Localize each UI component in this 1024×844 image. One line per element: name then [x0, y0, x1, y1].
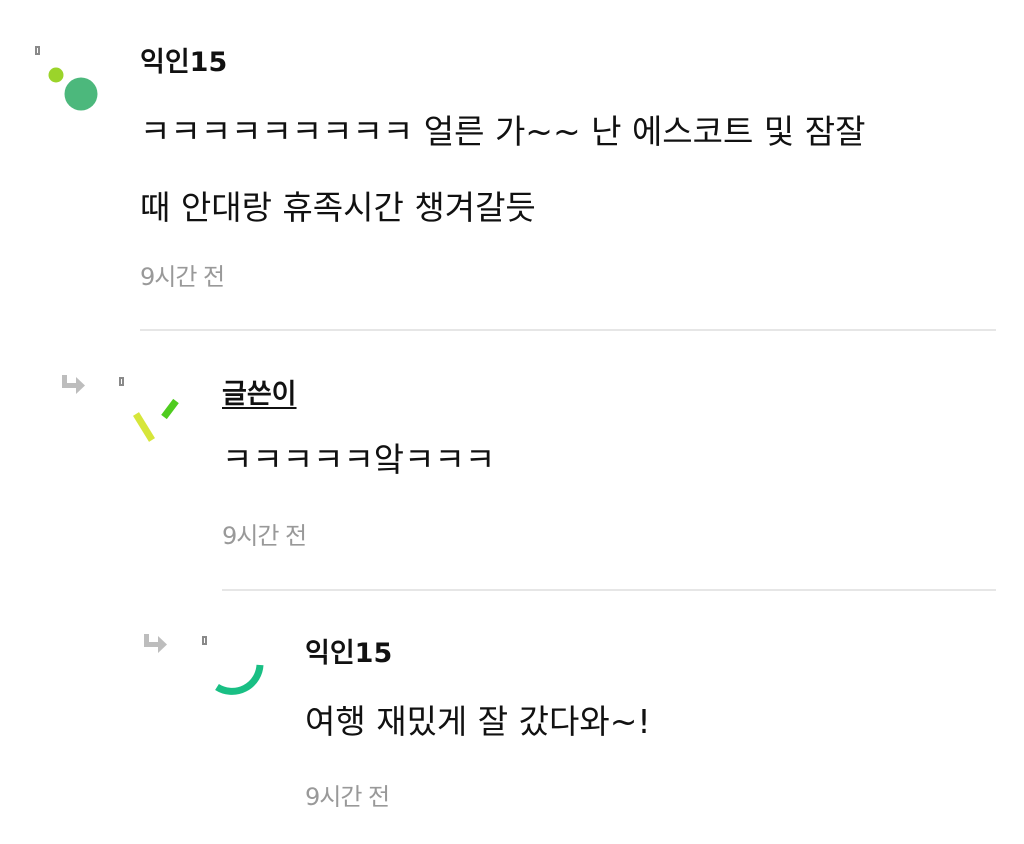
avatar — [133, 398, 179, 442]
avatar-stroke-b — [161, 398, 179, 420]
marker-icon — [35, 46, 40, 55]
divider — [140, 329, 996, 331]
timestamp: 9시간 전 — [222, 522, 307, 550]
author-name[interactable]: 익인15 — [140, 46, 227, 80]
author-name[interactable]: 글쓴이 — [222, 378, 297, 412]
comment-text-line: 때 안대랑 휴족시간 챙겨갈듯 — [140, 188, 536, 227]
avatar-dot-small — [48, 67, 64, 83]
comment-text-line: ㅋㅋㅋㅋㅋ앜ㅋㅋㅋ — [222, 440, 496, 479]
timestamp: 9시간 전 — [305, 783, 390, 811]
avatar-arc — [215, 664, 264, 695]
marker-icon — [119, 377, 124, 386]
comment-text-line: ㅋㅋㅋㅋㅋㅋㅋㅋㅋ 얼른 가~~ 난 에스코트 및 잠잘 — [140, 112, 866, 151]
divider — [222, 589, 996, 591]
reply-arrow-icon — [62, 375, 85, 394]
timestamp: 9시간 전 — [140, 263, 225, 291]
avatar-stroke-a — [133, 412, 155, 442]
marker-icon — [202, 636, 207, 645]
avatar-dot-large — [64, 77, 98, 111]
author-name[interactable]: 익인15 — [305, 637, 392, 671]
avatar — [48, 67, 98, 111]
avatar — [215, 664, 264, 695]
comment-text-line: 여행 재밌게 잘 갔다와~! — [305, 702, 651, 741]
reply-arrow-icon — [144, 634, 167, 653]
